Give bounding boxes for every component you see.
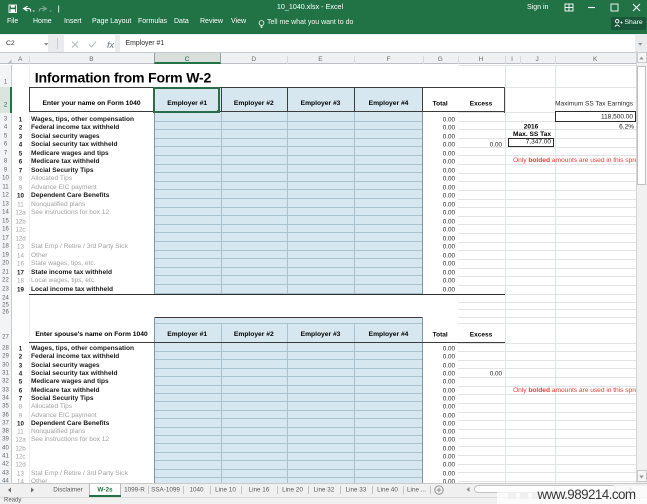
svg-text:fx: fx	[107, 40, 115, 49]
